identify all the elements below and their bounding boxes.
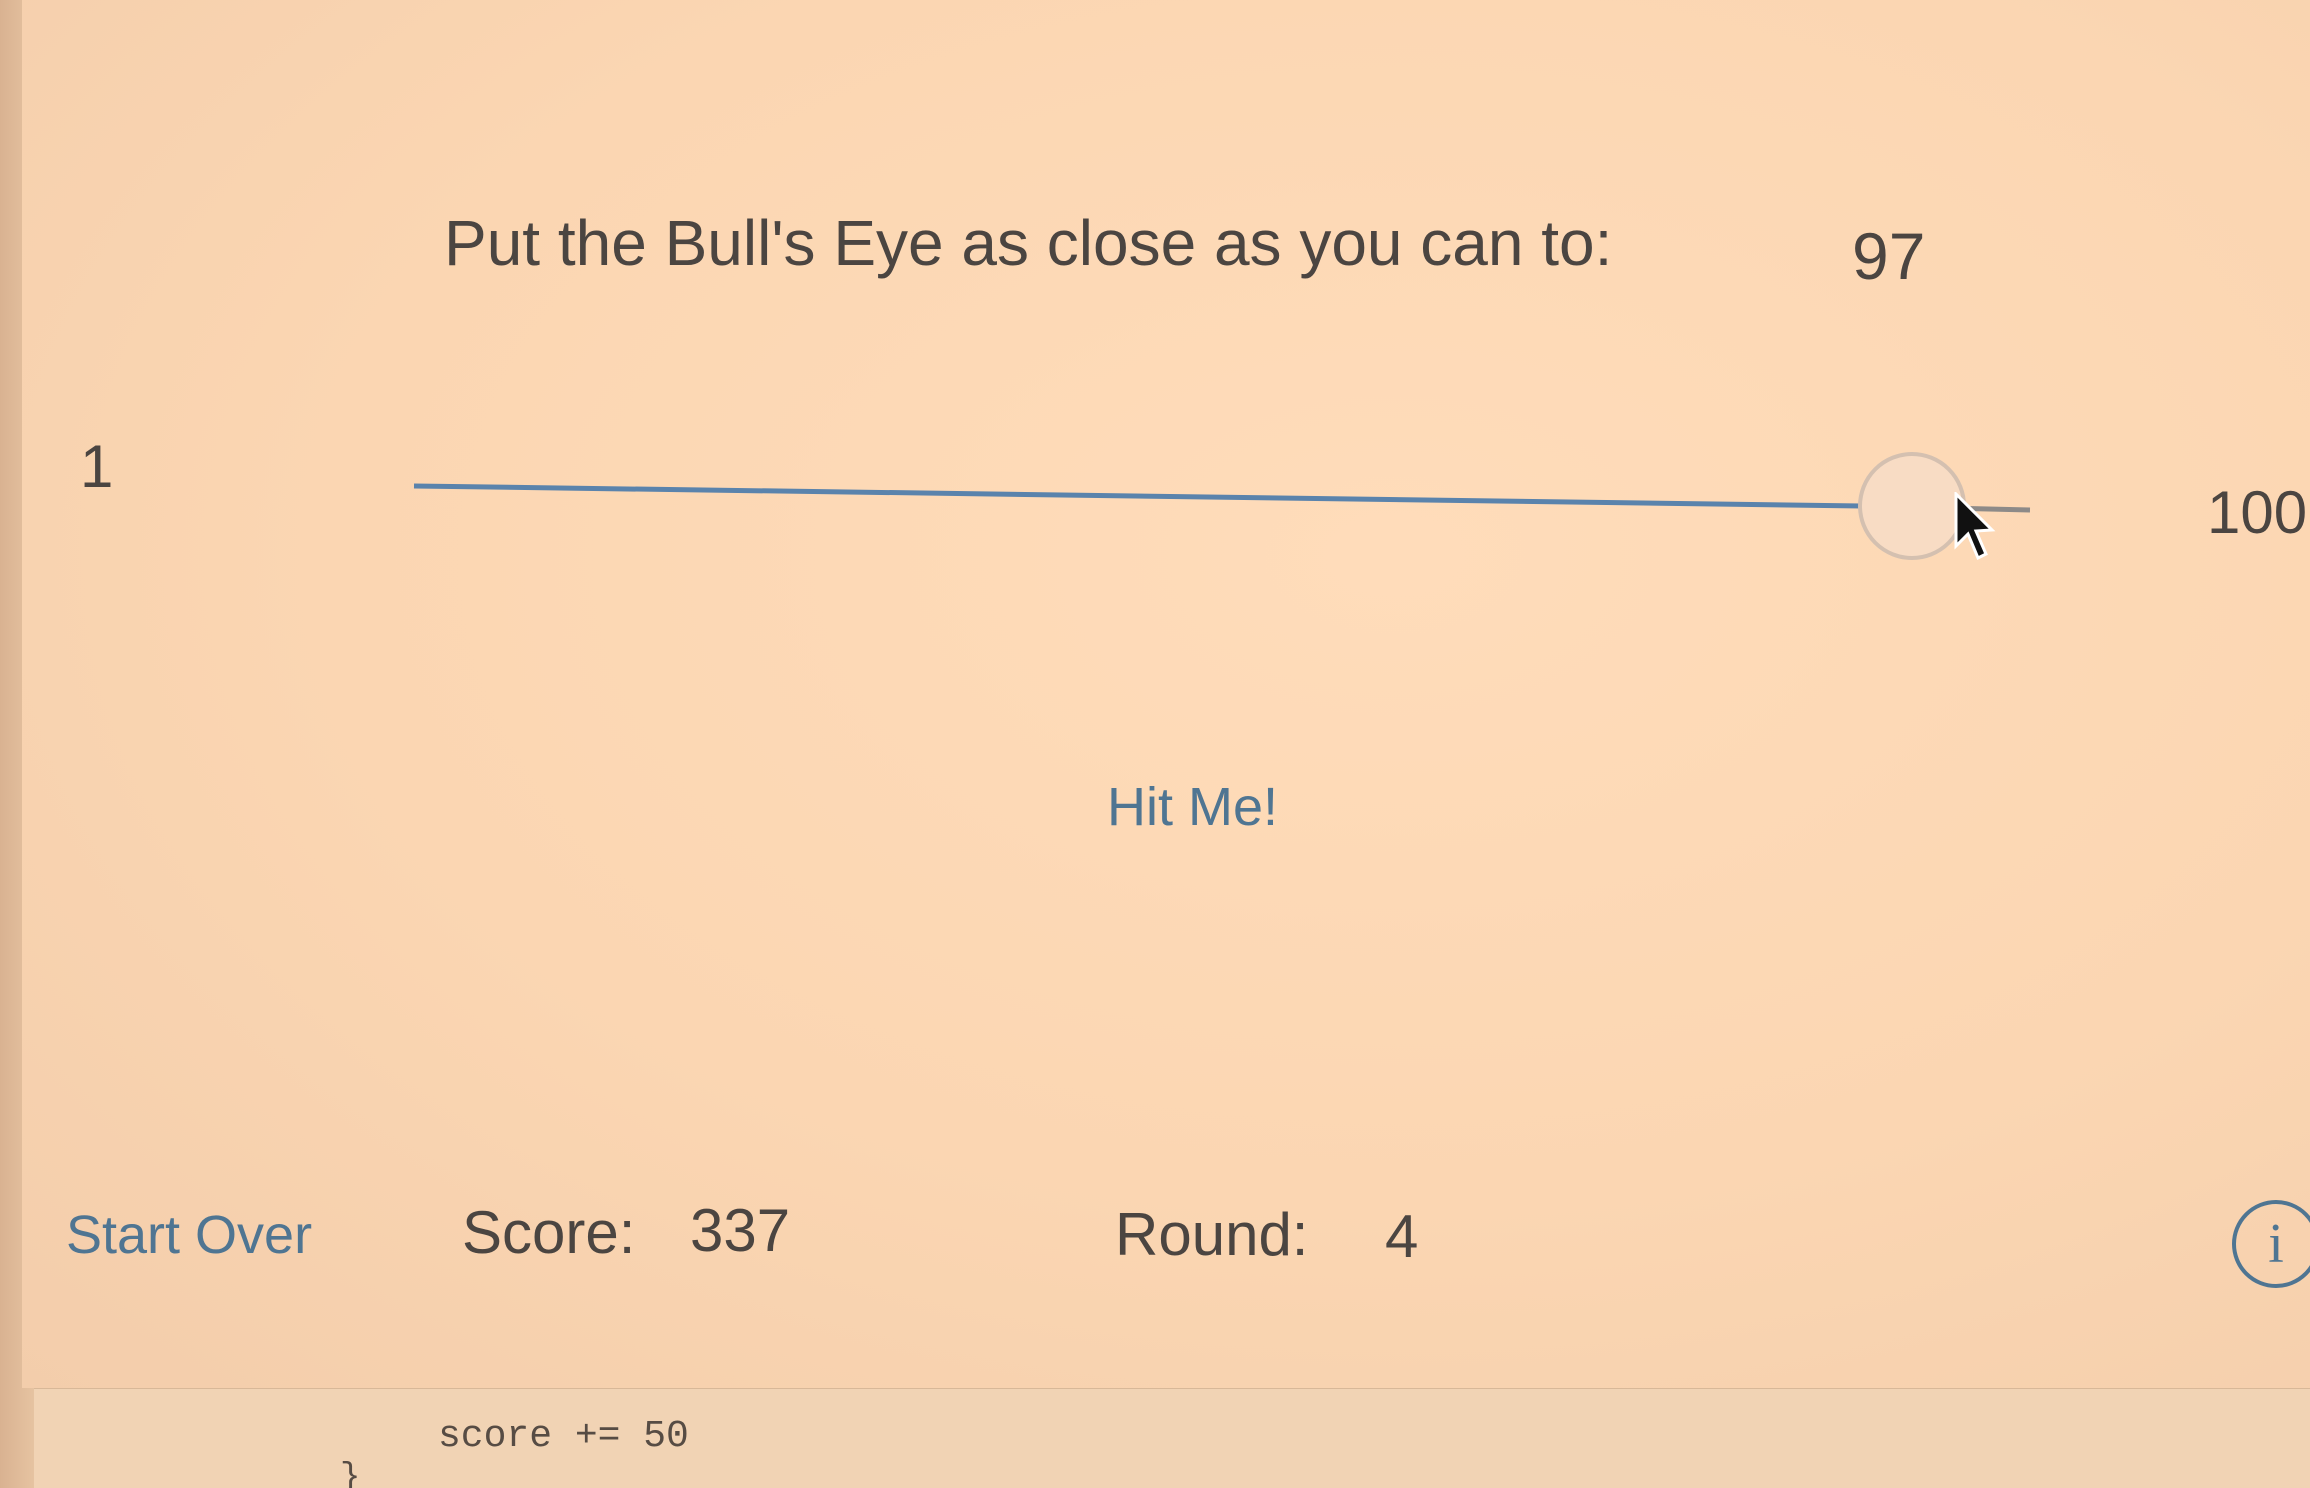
slider-min-label: 1 <box>80 433 114 500</box>
app-window: Put the Bull's Eye as close as you can t… <box>22 0 2310 1388</box>
slider-max-label: 100 <box>2207 479 2308 546</box>
info-icon: i <box>2268 1213 2284 1275</box>
value-slider[interactable] <box>412 440 2032 580</box>
score-label: Score: <box>462 1199 636 1266</box>
target-value: 97 <box>1852 219 1926 293</box>
hit-me-button[interactable]: Hit Me! <box>1107 776 1278 838</box>
info-button[interactable]: i <box>2232 1200 2310 1288</box>
round-value: 4 <box>1385 1203 1419 1270</box>
target-prompt: Put the Bull's Eye as close as you can t… <box>444 207 1613 279</box>
code-editor-background: score += 50 } <box>34 1388 2310 1488</box>
start-over-button[interactable]: Start Over <box>66 1204 312 1266</box>
slider-thumb[interactable] <box>1858 452 1966 560</box>
code-line: score += 50 <box>438 1415 689 1458</box>
round-label: Round: <box>1115 1201 1309 1268</box>
score-value: 337 <box>690 1197 791 1264</box>
slider-track-filled <box>413 483 1863 509</box>
code-closing-brace: } <box>340 1459 361 1488</box>
mouse-pointer-icon <box>1954 492 1996 561</box>
